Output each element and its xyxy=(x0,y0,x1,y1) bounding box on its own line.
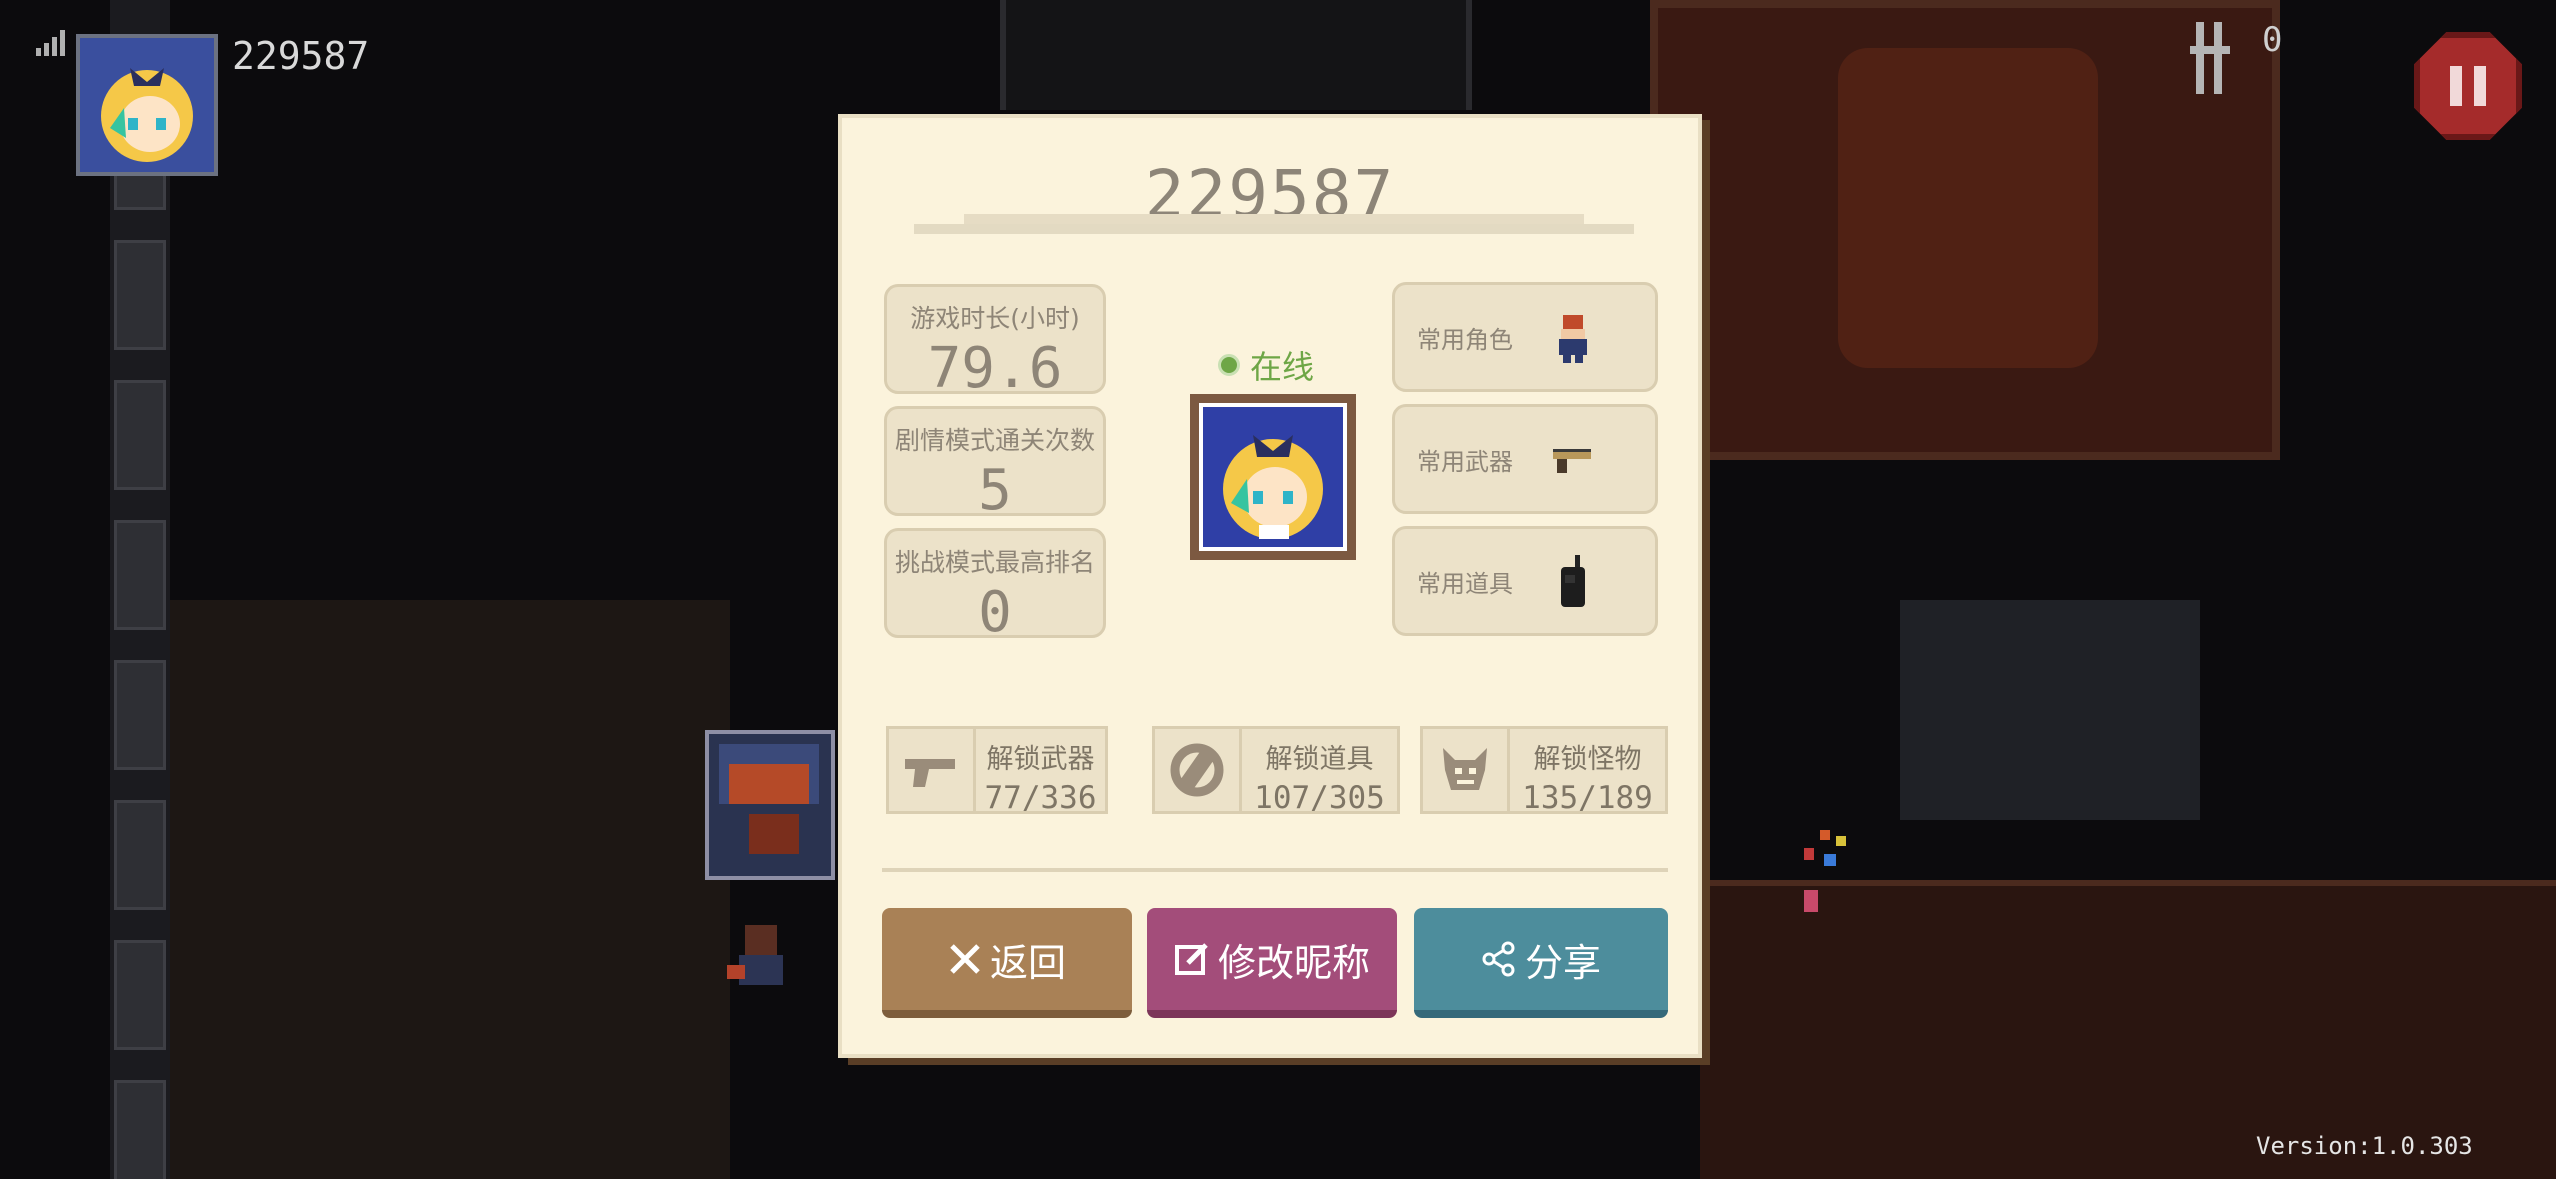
gun-icon xyxy=(889,729,976,811)
profile-avatar[interactable] xyxy=(1190,394,1356,560)
walkie-talkie-icon xyxy=(1549,553,1597,609)
stairs xyxy=(1900,600,2200,820)
character-icon xyxy=(1549,309,1597,365)
item-icon xyxy=(1155,729,1242,811)
favorite-weapon[interactable]: 常用武器 xyxy=(1392,404,1658,514)
edit-icon xyxy=(1174,941,1210,977)
unlock-value: 135/189 xyxy=(1522,780,1653,816)
share-icon xyxy=(1481,941,1517,977)
back-label: 返回 xyxy=(989,940,1066,985)
stat-label: 挑战模式最高排名 xyxy=(894,548,1095,577)
stat-challenge-rank: 挑战模式最高排名 0 xyxy=(884,528,1106,645)
corridor xyxy=(1000,0,1472,110)
npc-character[interactable] xyxy=(725,920,795,1000)
unlocked-items[interactable]: 解锁道具 107/305 xyxy=(1152,726,1400,816)
character-sprite-icon xyxy=(727,925,783,985)
player-avatar[interactable] xyxy=(76,34,218,176)
stat-value: 79.6 xyxy=(927,336,1063,401)
close-icon xyxy=(948,942,982,976)
character-avatar-icon xyxy=(1223,435,1323,539)
wall-pillar xyxy=(110,0,170,1179)
npc-sprite-icon xyxy=(719,744,819,854)
unlock-value: 107/305 xyxy=(1254,780,1385,816)
share-button[interactable]: 分享 xyxy=(1414,908,1668,1018)
unlocked-monsters[interactable]: 解锁怪物 135/189 xyxy=(1420,726,1668,816)
player-name: 229587 xyxy=(232,34,370,78)
favorite-character[interactable]: 常用角色 xyxy=(1392,282,1658,392)
unlock-label: 解锁怪物 xyxy=(1533,744,1642,775)
pistol-icon xyxy=(1549,431,1597,487)
favorite-label: 常用道具 xyxy=(1417,569,1513,598)
online-status: 在线 xyxy=(1218,342,1314,388)
signal-icon xyxy=(36,30,70,56)
divider xyxy=(882,868,1668,872)
share-label: 分享 xyxy=(1524,940,1601,985)
favorite-label: 常用角色 xyxy=(1417,325,1513,354)
pause-icon xyxy=(2450,66,2462,106)
stat-value: 5 xyxy=(978,458,1012,523)
unlocked-weapons[interactable]: 解锁武器 77/336 xyxy=(886,726,1108,816)
stat-playtime: 游戏时长(小时) 79.6 xyxy=(884,284,1106,401)
monster-icon xyxy=(1423,729,1510,811)
rename-button[interactable]: 修改昵称 xyxy=(1147,908,1397,1018)
pickup-icon xyxy=(1804,830,1846,912)
back-button[interactable]: 返回 xyxy=(882,908,1132,1018)
stat-story-clears: 剧情模式通关次数 5 xyxy=(884,406,1106,523)
unlock-value: 77/336 xyxy=(984,780,1097,816)
room-top xyxy=(1650,0,2280,460)
floor xyxy=(170,600,730,1179)
favorite-item[interactable]: 常用道具 xyxy=(1392,526,1658,636)
rename-label: 修改昵称 xyxy=(1217,940,1370,985)
character-avatar-icon xyxy=(80,38,214,172)
stat-label: 游戏时长(小时) xyxy=(910,304,1080,333)
online-label: 在线 xyxy=(1250,348,1315,386)
favorite-label: 常用武器 xyxy=(1417,447,1513,476)
version-label: Version:1.0.303 xyxy=(2256,1132,2473,1160)
stat-label: 剧情模式通关次数 xyxy=(894,426,1095,455)
unlock-label: 解锁道具 xyxy=(1265,744,1374,775)
profile-panel: 229587 游戏时长(小时) 79.6 剧情模式通关次数 5 挑战模式最高排名… xyxy=(838,114,1702,1058)
npc-portrait[interactable] xyxy=(705,730,835,880)
title-underline xyxy=(914,212,1634,242)
ammo-count: 0 xyxy=(2262,20,2283,60)
ammo-icon xyxy=(2190,18,2230,98)
stat-value: 0 xyxy=(978,580,1012,645)
unlock-label: 解锁武器 xyxy=(986,744,1095,775)
floor-items[interactable] xyxy=(1800,820,1860,920)
online-dot-icon xyxy=(1218,354,1240,376)
